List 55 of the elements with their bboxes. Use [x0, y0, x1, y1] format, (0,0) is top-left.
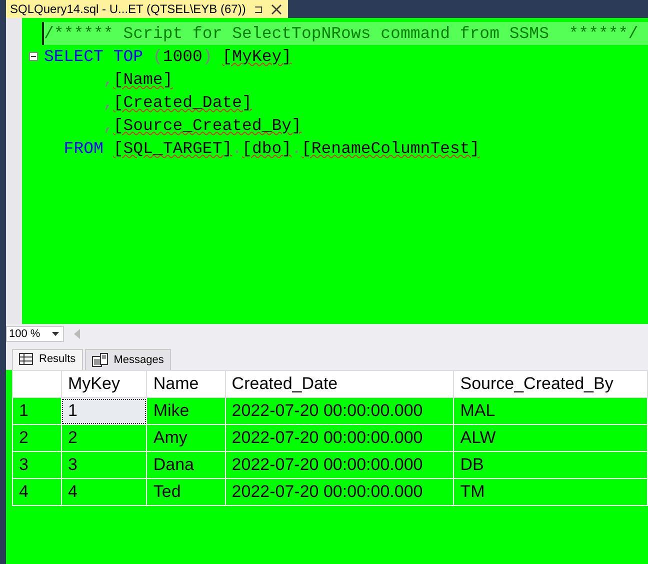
code-punctuation: ) — [202, 47, 214, 66]
column-identifier: [MyKey] — [222, 47, 292, 66]
table-cell[interactable]: TM — [454, 478, 648, 506]
pin-button[interactable]: ⊐ — [254, 2, 263, 16]
row-number[interactable]: 4 — [12, 478, 62, 506]
code-punctuation: , — [102, 93, 114, 112]
column-header[interactable]: Source_Created_By — [454, 370, 648, 398]
table-cell[interactable]: Ted — [146, 478, 226, 506]
table-cell[interactable]: 1 — [61, 398, 147, 424]
table-cell[interactable]: 2022-07-20 00:00:00.000 — [225, 452, 454, 478]
result-tab[interactable]: Results — [12, 349, 83, 370]
table-cell[interactable]: DB — [454, 452, 648, 478]
column-identifier: [dbo] — [242, 139, 292, 158]
column-identifier: [Source_Created_By] — [113, 116, 302, 135]
row-number[interactable]: 1 — [12, 398, 62, 424]
collapse-icon[interactable] — [28, 52, 38, 61]
table-cell[interactable]: 2022-07-20 00:00:00.000 — [225, 398, 454, 424]
column-identifier: [SQL_TARGET] — [113, 139, 232, 158]
table-cell[interactable]: 4 — [61, 478, 147, 506]
document-icon — [92, 353, 108, 367]
column-header[interactable]: Name — [146, 370, 226, 398]
sql-keyword: TOP — [113, 47, 144, 66]
caret-icon — [52, 332, 59, 336]
sql-keyword: FROM — [62, 139, 104, 158]
table-cell[interactable]: Dana — [146, 452, 226, 478]
table-cell[interactable]: 2 — [61, 424, 147, 452]
table-cell[interactable]: 2022-07-20 00:00:00.000 — [225, 424, 454, 452]
sql-keyword: SELECT — [44, 47, 104, 66]
code-punctuation: , — [102, 70, 114, 89]
row-number[interactable]: 2 — [12, 424, 62, 452]
code-punctuation: . — [292, 139, 302, 158]
table-cell[interactable]: ALW — [454, 424, 648, 452]
code-text: 1000 — [162, 47, 202, 66]
table-cell[interactable]: MAL — [454, 398, 648, 424]
close-icon[interactable] — [270, 4, 282, 14]
code-punctuation: , — [102, 116, 114, 135]
zoom-dropdown[interactable]: 100 % — [6, 326, 64, 342]
document-title: SQLQuery14.sql - U...ET (QTSEL\EYB (67)) — [10, 2, 246, 16]
code-comment: /****** Script for SelectTopNRows command from SSMS ******/ — [44, 24, 638, 43]
column-header[interactable]: Created_Date — [225, 370, 454, 398]
column-identifier: [Created_Date] — [113, 93, 252, 112]
code-punctuation: ( — [152, 47, 163, 66]
table-cell[interactable]: 2022-07-20 00:00:00.000 — [225, 478, 454, 506]
row-number[interactable]: 3 — [12, 452, 62, 478]
column-header[interactable]: MyKey — [61, 370, 147, 398]
result-tab[interactable]: Messages — [84, 349, 171, 370]
table-cell[interactable]: Amy — [146, 424, 226, 452]
code-editor[interactable]: /****** Script for SelectTopNRows command from SSMS ******/ SELECT TOP (1000) [MyKey] ,[Name] ,[Created_Date] ,[Source_Created_By] FROM [SQL_TARGET].[dbo].[RenameColumnTest] — [6, 18, 648, 324]
code-punctuation: . — [232, 139, 242, 158]
table-cell[interactable]: 3 — [61, 452, 147, 478]
column-identifier: [Name] — [113, 70, 173, 89]
grid-icon — [19, 353, 33, 365]
document-tab[interactable]: SQLQuery14.sql - U...ET (QTSEL\EYB (67)) ⊐ — [6, 0, 288, 18]
column-identifier: [RenameColumnTest] — [301, 139, 480, 158]
table-cell[interactable]: Mike — [146, 398, 226, 424]
